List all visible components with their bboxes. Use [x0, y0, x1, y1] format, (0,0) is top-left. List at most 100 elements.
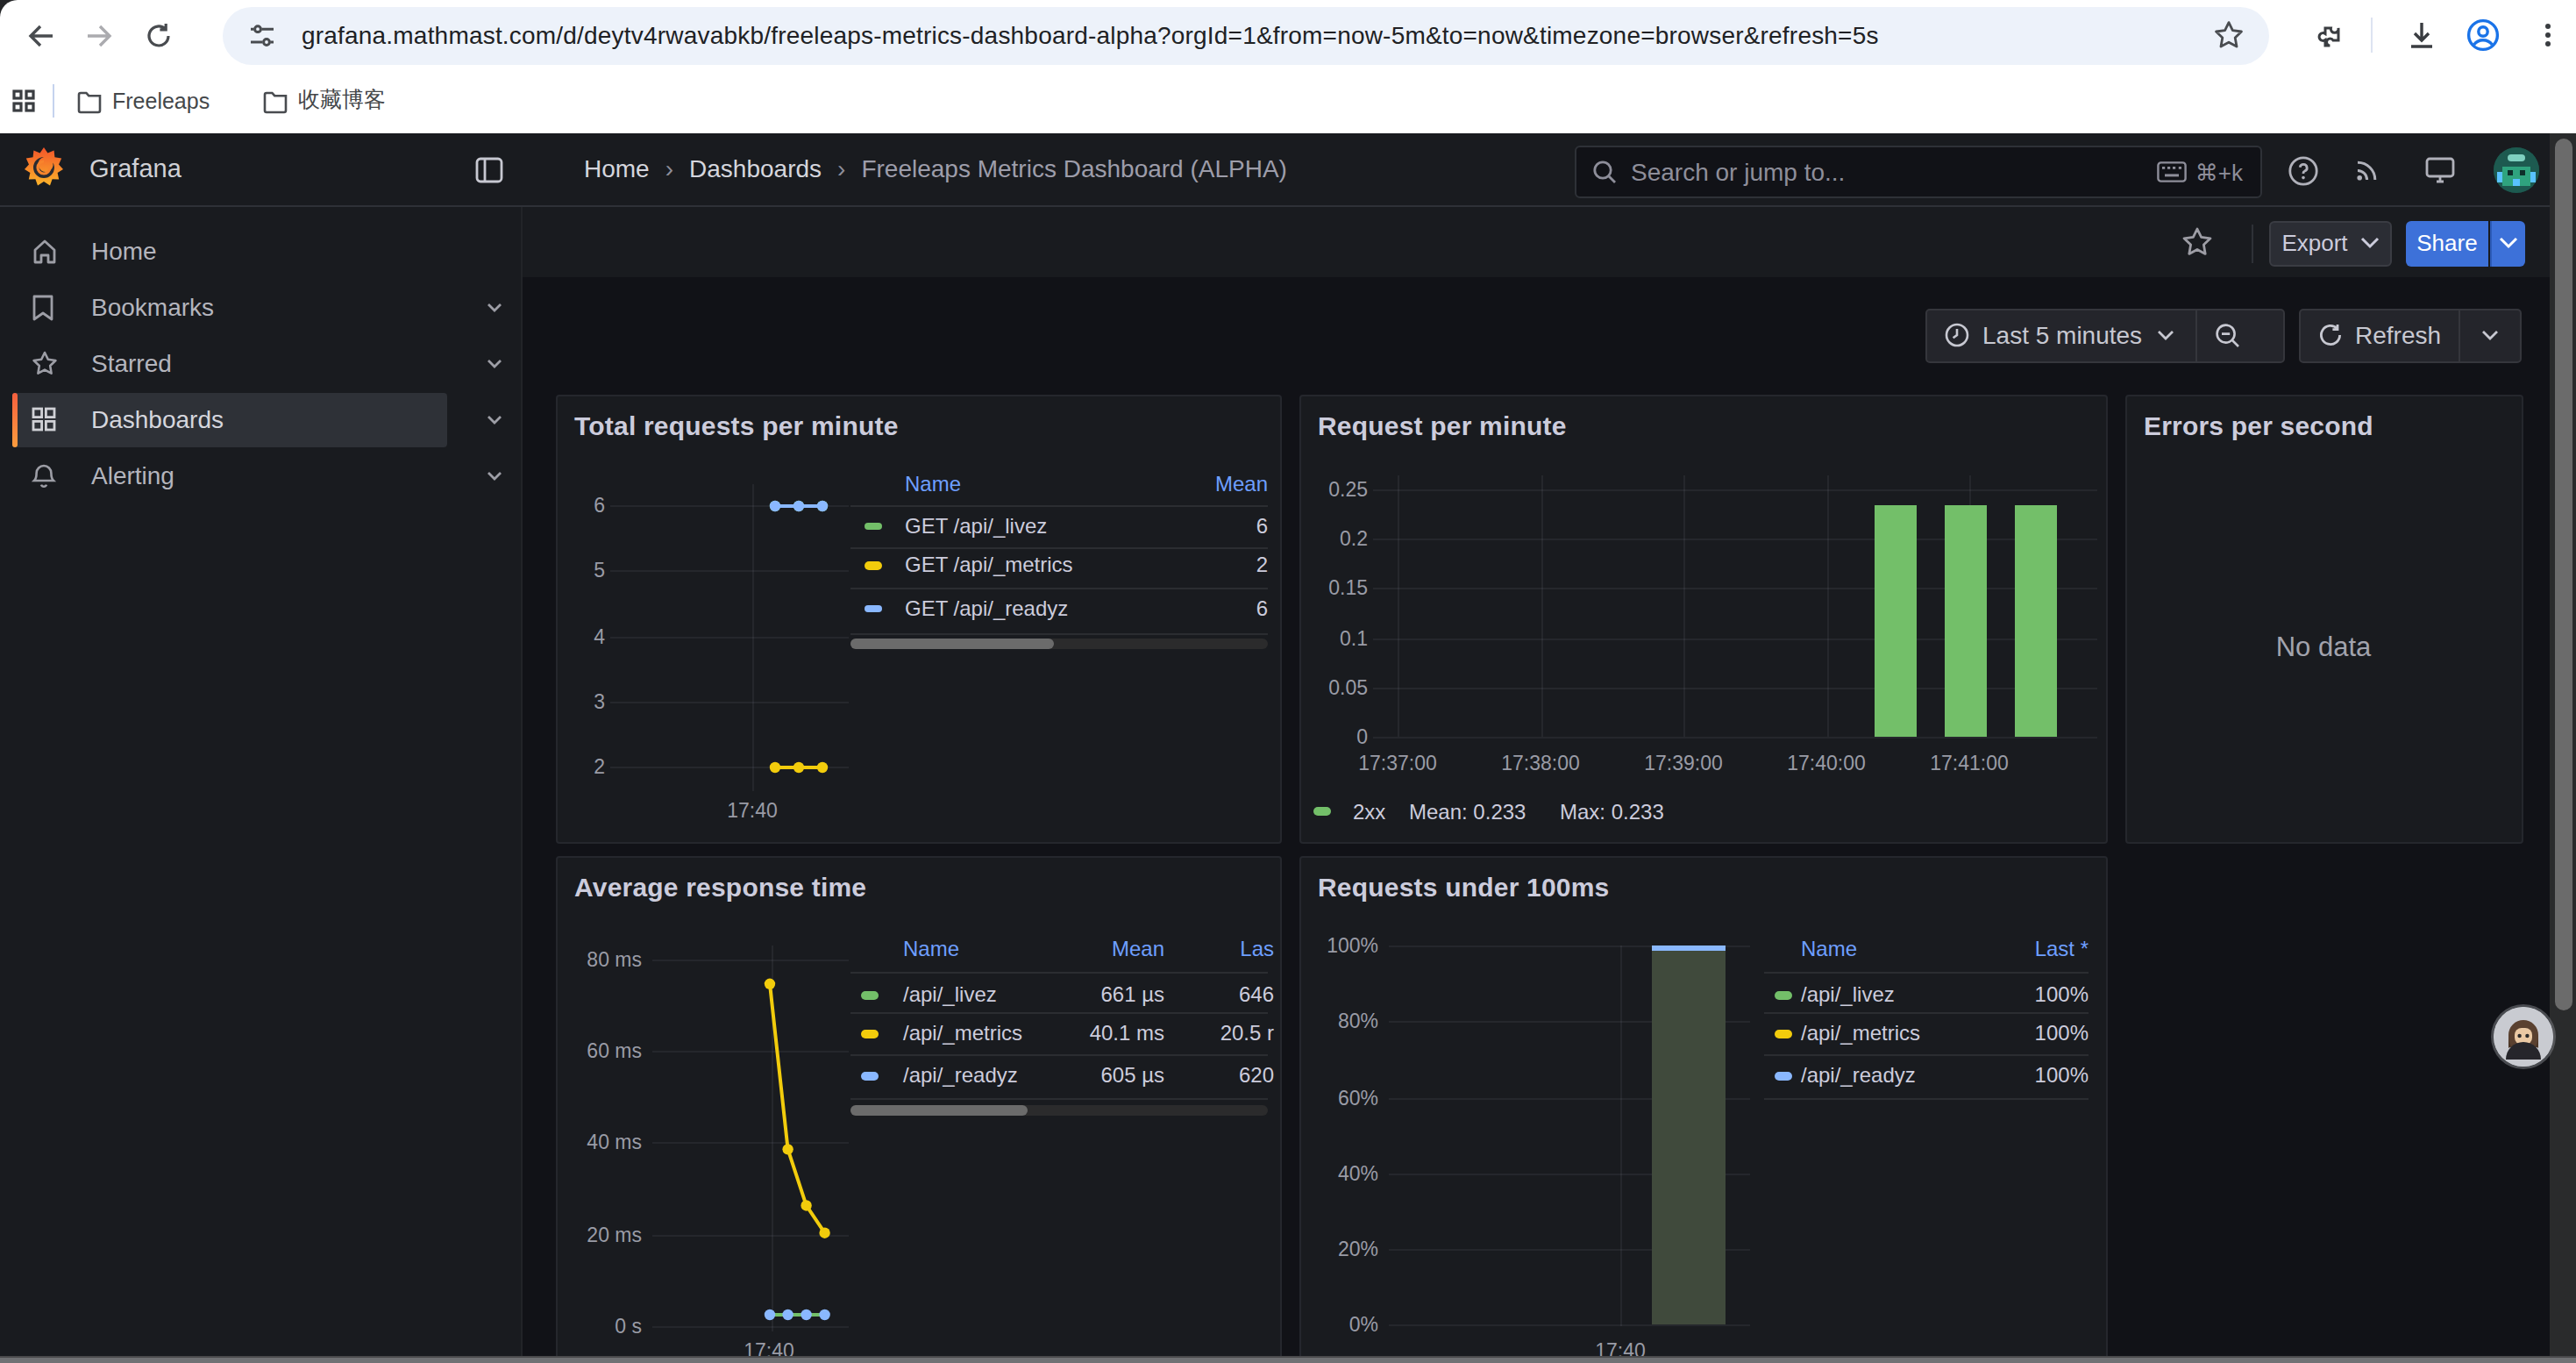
bar-2xx: [1945, 505, 1987, 737]
legend-separator: [850, 588, 1268, 589]
panel-total-requests-per-minute: Total requests per minute 6543217:40Name…: [555, 394, 1281, 844]
share-dropdown-button[interactable]: [2490, 221, 2525, 266]
bookmark-folder-blogs[interactable]: 收藏博客: [263, 84, 386, 118]
address-bar[interactable]: grafana.mathmast.com/d/deytv4rwavabkb/fr…: [223, 6, 2269, 64]
legend-scrollbar-thumb[interactable]: [850, 638, 1054, 648]
chevron-down-icon[interactable]: [484, 465, 505, 486]
legend-series-name[interactable]: /api/_livez: [903, 982, 997, 1007]
sidebar-item-label: Dashboards: [91, 405, 224, 433]
help-icon[interactable]: [2288, 156, 2318, 186]
legend-value: 100%: [1948, 1063, 2089, 1088]
legend-series-name[interactable]: /api/_livez: [1801, 982, 1895, 1007]
legend-series-name[interactable]: /api/_readyz: [1801, 1063, 1916, 1088]
rss-icon[interactable]: [2353, 156, 2381, 184]
chevron-down-icon[interactable]: [484, 296, 505, 317]
legend-col-name: Name: [1801, 937, 1857, 961]
search-placeholder: Search or jump to...: [1631, 158, 2157, 186]
no-data-message: No data: [2126, 631, 2521, 662]
reload-icon[interactable]: [144, 21, 174, 51]
gridline: [1389, 1324, 1750, 1326]
scrollbar-thumb[interactable]: [2554, 139, 2572, 1010]
legend-series-name[interactable]: GET /api/_readyz: [905, 596, 1068, 620]
zoom-out-icon: [2214, 322, 2240, 348]
refresh-label[interactable]: Refresh: [2355, 321, 2441, 349]
sidebar-item-dashboards[interactable]: Dashboards: [0, 392, 523, 446]
legend-value: 100%: [1948, 982, 2089, 1007]
chevron-down-icon: [2499, 238, 2518, 250]
legend-col-last: Last *: [1948, 937, 2089, 961]
site-settings-icon[interactable]: [247, 20, 277, 50]
grafana-app: HomeBookmarksStarredDashboardsAlerting G…: [0, 133, 2576, 1363]
star-dashboard-icon[interactable]: [2181, 226, 2213, 258]
panel-average-response-time: Average response time 80 ms60 ms40 ms20 …: [555, 855, 1281, 1363]
series-point: [816, 761, 827, 772]
breadcrumb-home[interactable]: Home: [584, 154, 650, 182]
bookmark-folder-freeleaps[interactable]: Freeleaps: [77, 84, 210, 118]
page-vertical-scrollbar[interactable]: [2550, 133, 2576, 1363]
legend-scrollbar-thumb[interactable]: [850, 1105, 1028, 1116]
series-point: [818, 1227, 829, 1238]
gridline: [1373, 588, 2097, 589]
sidebar-toggle-icon[interactable]: [475, 156, 503, 184]
chrome-menu-icon[interactable]: [2532, 19, 2564, 51]
bookmarks-icon: [32, 294, 56, 318]
window-corner: [0, 0, 25, 25]
y-axis-label: 0.1: [1263, 627, 1368, 648]
grafana-logo[interactable]: [25, 147, 63, 191]
bar-fill: [1652, 950, 1726, 1324]
series-point: [800, 1309, 810, 1319]
x-axis-label: 17:37:00: [1358, 753, 1437, 774]
apps-grid-icon[interactable]: [12, 89, 35, 112]
alerting-icon: [32, 463, 56, 488]
search-input[interactable]: Search or jump to... ⌘+k: [1575, 146, 2262, 198]
legend-value: 6: [1128, 513, 1268, 538]
bookmark-star-icon[interactable]: [2213, 19, 2245, 51]
breadcrumb-dashboards[interactable]: Dashboards: [689, 154, 822, 182]
refresh-group: Refresh: [2299, 308, 2522, 362]
series-point: [816, 500, 827, 510]
sidebar-item-bookmarks[interactable]: Bookmarks: [0, 279, 523, 333]
series-point: [769, 761, 779, 772]
legend-separator: [1764, 971, 2089, 973]
assistant-avatar[interactable]: [2494, 1007, 2553, 1067]
legend-separator: [1764, 1098, 2089, 1100]
profile-icon[interactable]: [2466, 18, 2501, 53]
export-button[interactable]: Export: [2269, 221, 2392, 266]
refresh-interval-button[interactable]: [2460, 330, 2520, 340]
legend-series-name[interactable]: GET /api/_metrics: [905, 553, 1073, 577]
chevron-down-icon[interactable]: [484, 352, 505, 373]
download-icon[interactable]: [2406, 19, 2437, 51]
monitor-icon[interactable]: [2425, 156, 2455, 184]
user-avatar[interactable]: [2494, 147, 2539, 193]
zoom-out-button[interactable]: [2196, 322, 2258, 348]
forward-icon[interactable]: [84, 21, 114, 51]
gridline: [1826, 475, 1828, 737]
legend-series-name[interactable]: /api/_metrics: [1801, 1021, 1920, 1045]
back-icon[interactable]: [26, 21, 56, 51]
search-icon: [1592, 160, 1617, 184]
gridline: [1373, 539, 2097, 540]
legend-series-chip: [861, 1072, 879, 1080]
sidebar-item-alerting[interactable]: Alerting: [0, 448, 523, 503]
share-button[interactable]: Share: [2406, 221, 2488, 266]
bookmarks-divider: [53, 84, 54, 118]
bookmarks-bar: Freeleaps 收藏博客: [0, 70, 2576, 133]
sidebar-item-home[interactable]: Home: [0, 224, 523, 278]
extension-icon[interactable]: [2311, 19, 2343, 51]
breadcrumb: Home › Dashboards › Freeleaps Metrics Da…: [584, 154, 1287, 182]
clock-icon: [1944, 323, 1968, 347]
legend-series-name[interactable]: /api/_metrics: [903, 1021, 1022, 1045]
legend-series-name[interactable]: GET /api/_livez: [905, 513, 1047, 538]
series-point: [781, 1143, 792, 1153]
page-horizontal-scrollbar[interactable]: [0, 1355, 2576, 1363]
chevron-down-icon[interactable]: [484, 409, 505, 430]
y-axis-label: 0.05: [1263, 676, 1368, 697]
time-range-label[interactable]: Last 5 minutes: [1982, 321, 2142, 349]
legend-mean: Mean: 0.233: [1409, 799, 1526, 824]
legend-separator: [850, 1054, 1268, 1056]
legend-series-name[interactable]: /api/_readyz: [903, 1063, 1018, 1088]
sidebar-item-label: Alerting: [91, 461, 174, 489]
gridline: [1373, 638, 2097, 639]
time-range-group: Last 5 minutes: [1925, 308, 2285, 362]
sidebar-item-starred[interactable]: Starred: [0, 335, 523, 389]
